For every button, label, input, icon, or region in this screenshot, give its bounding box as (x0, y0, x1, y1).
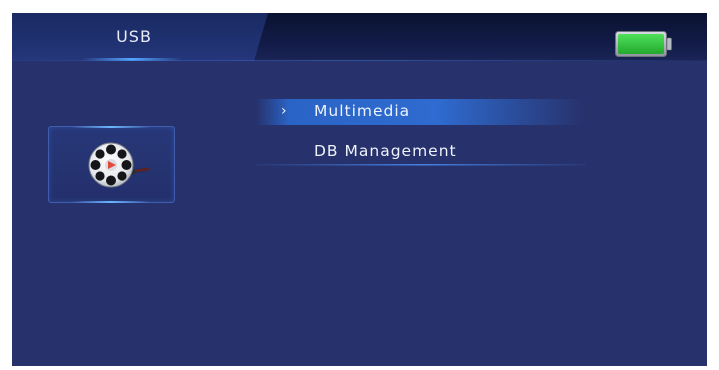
tab-title: USB (116, 27, 152, 46)
category-icon-panel (48, 126, 175, 203)
menu-item-label: DB Management (314, 142, 457, 160)
tv-screen: USB › Multimedia DB Management (12, 13, 707, 366)
battery-icon (615, 31, 672, 57)
menu-item-label: Multimedia (314, 102, 411, 120)
usb-menu: › Multimedia DB Management (256, 99, 586, 179)
top-bar: USB (12, 13, 707, 61)
film-reel-icon (88, 142, 150, 188)
menu-item-db-management[interactable]: DB Management (256, 139, 586, 165)
chevron-right-icon: › (281, 103, 287, 119)
menu-divider (256, 164, 586, 166)
header-divider (12, 60, 707, 61)
menu-item-multimedia[interactable]: › Multimedia (256, 99, 586, 125)
